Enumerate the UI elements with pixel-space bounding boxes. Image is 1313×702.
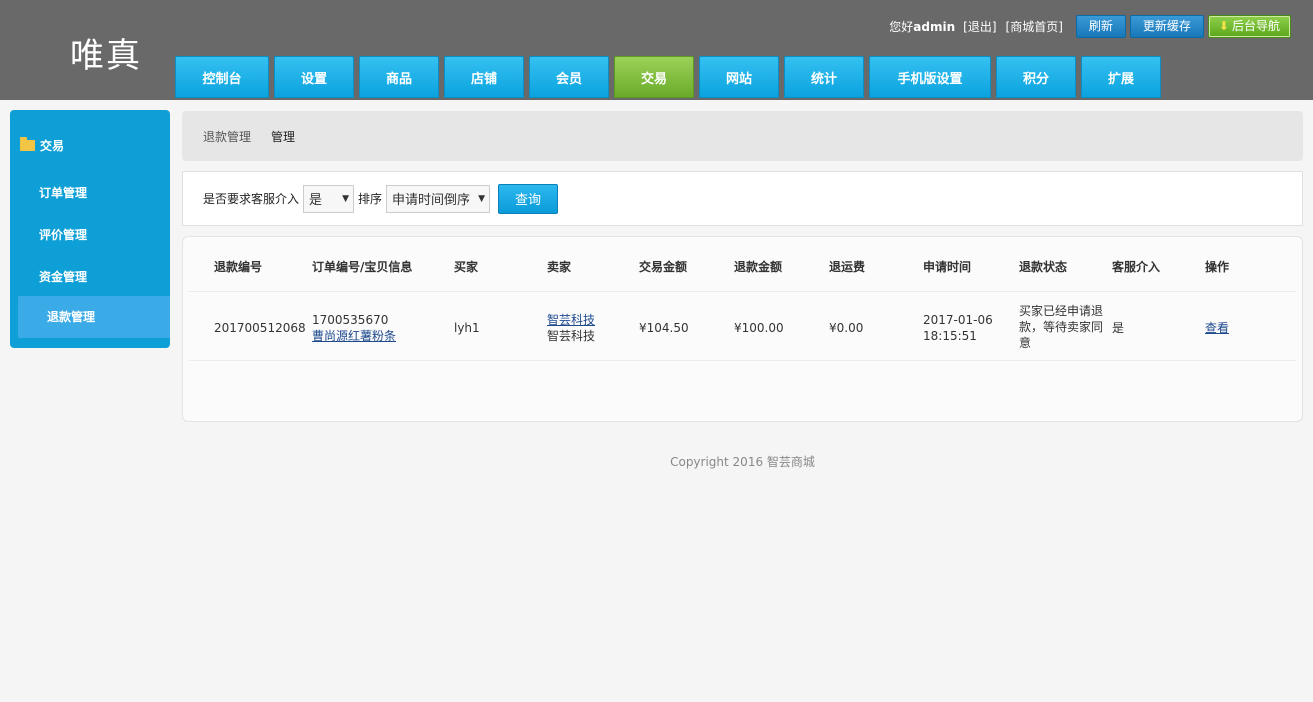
order-number: 1700535670 [312, 313, 389, 327]
sidebar-item-funds[interactable]: 资金管理 [39, 268, 87, 285]
breadcrumb-section[interactable]: 退款管理 [203, 128, 251, 145]
caret-down-icon: ▼ [342, 193, 350, 204]
service-filter-label: 是否要求客服介入 [203, 192, 300, 206]
column-header: 操作 [1205, 260, 1230, 274]
column-header: 申请时间 [923, 260, 972, 274]
buyer: lyh1 [454, 321, 480, 335]
refund-number: 201700512068 [214, 321, 306, 335]
arrow-down-icon: ⬇ [1218, 18, 1229, 33]
column-header: 退款状态 [1019, 260, 1068, 274]
nav-tab-console[interactable]: 控制台 [175, 56, 269, 98]
column-header: 退款金额 [734, 260, 783, 274]
copyright: Copyright 2016 智芸商城 [670, 455, 815, 469]
table-header: 退款编号 订单编号/宝贝信息 买家 卖家 交易金额 退款金额 退运费 申请时间 … [189, 237, 1296, 292]
nav-tab-extend[interactable]: 扩展 [1081, 56, 1161, 98]
refund-amount: ¥100.00 [734, 321, 784, 335]
nav-tab-members[interactable]: 会员 [529, 56, 609, 98]
sidebar-item-reviews[interactable]: 评价管理 [39, 226, 87, 243]
logout-link[interactable]: [退出] [963, 18, 996, 35]
column-header: 买家 [454, 260, 479, 274]
apply-date: 2017-01-06 [923, 313, 993, 327]
nav-tab-website[interactable]: 网站 [699, 56, 779, 98]
sort-select-value: 申请时间倒序 [392, 193, 471, 208]
service-intervention: 是 [1112, 321, 1125, 335]
order-info: 1700535670 曹尚源红薯粉条 [312, 312, 396, 344]
sidebar-item-refunds[interactable]: 退款管理 [18, 296, 170, 338]
refund-status: 买家已经申请退款，等待卖家同意 [1019, 304, 1104, 350]
username: admin [913, 19, 956, 34]
filter-bar: 是否要求客服介入 是 ▼ 排序 申请时间倒序 ▼ 查询 [182, 171, 1303, 226]
seller-link[interactable]: 智芸科技 [547, 312, 595, 328]
sidebar-group-trade[interactable]: 交易 [20, 137, 64, 154]
main-nav: 控制台 设置 商品 店铺 会员 交易 网站 统计 手机版设置 积分 扩展 [175, 56, 1166, 98]
column-header: 退款编号 [214, 260, 263, 274]
apply-time: 2017-01-06 18:15:51 [923, 312, 993, 344]
nav-tab-mobile-settings[interactable]: 手机版设置 [869, 56, 991, 98]
column-header: 交易金额 [639, 260, 688, 274]
caret-down-icon: ▼ [478, 193, 486, 204]
trade-amount: ¥104.50 [639, 321, 689, 335]
nav-tab-stats[interactable]: 统计 [784, 56, 864, 98]
breadcrumb: 退款管理 管理 [182, 111, 1303, 161]
top-header: 唯真 您好admin [退出] [商城首页] 刷新 更新缓存 ⬇ 后台导航 控制台… [0, 0, 1313, 100]
folder-icon [20, 137, 35, 151]
view-link[interactable]: 查看 [1205, 320, 1229, 336]
mall-home-link[interactable]: [商城首页] [1006, 18, 1063, 35]
admin-nav-button[interactable]: ⬇ 后台导航 [1207, 14, 1291, 38]
column-header: 退运费 [829, 260, 866, 274]
service-select[interactable]: 是 ▼ [303, 184, 355, 213]
column-header: 客服介入 [1112, 260, 1161, 274]
service-select-value: 是 [309, 193, 323, 208]
greeting: 您好admin [889, 18, 955, 35]
sidebar-item-orders[interactable]: 订单管理 [39, 184, 87, 201]
update-cache-button[interactable]: 更新缓存 [1129, 14, 1204, 38]
nav-tab-trade[interactable]: 交易 [614, 56, 694, 98]
nav-tab-settings[interactable]: 设置 [274, 56, 354, 98]
table-row: 201700512068 1700535670 曹尚源红薯粉条 lyh1 智芸科… [189, 293, 1296, 361]
apply-clock: 18:15:51 [923, 329, 977, 343]
refund-table: 退款编号 订单编号/宝贝信息 买家 卖家 交易金额 退款金额 退运费 申请时间 … [182, 236, 1303, 422]
user-bar: 您好admin [退出] [商城首页] 刷新 更新缓存 ⬇ 后台导航 [889, 14, 1291, 38]
sort-select[interactable]: 申请时间倒序 ▼ [386, 184, 491, 213]
breadcrumb-page: 管理 [271, 129, 296, 144]
nav-tab-stores[interactable]: 店铺 [444, 56, 524, 98]
sidebar: 交易 订单管理 评价管理 资金管理 退款管理 [10, 110, 170, 348]
seller-name: 智芸科技 [547, 329, 596, 343]
refresh-button[interactable]: 刷新 [1075, 14, 1126, 38]
sidebar-group-label: 交易 [40, 139, 65, 153]
column-header: 卖家 [547, 260, 572, 274]
logo: 唯真 [70, 36, 142, 76]
greeting-prefix: 您好 [889, 19, 914, 34]
nav-tab-goods[interactable]: 商品 [359, 56, 439, 98]
seller-info: 智芸科技 智芸科技 [547, 312, 595, 344]
column-header: 订单编号/宝贝信息 [312, 260, 413, 274]
item-link[interactable]: 曹尚源红薯粉条 [312, 328, 396, 344]
sort-label: 排序 [358, 192, 383, 206]
query-button[interactable]: 查询 [498, 183, 559, 214]
admin-nav-label: 后台导航 [1231, 18, 1280, 33]
nav-tab-points[interactable]: 积分 [996, 56, 1076, 98]
shipping-refund: ¥0.00 [829, 321, 864, 335]
